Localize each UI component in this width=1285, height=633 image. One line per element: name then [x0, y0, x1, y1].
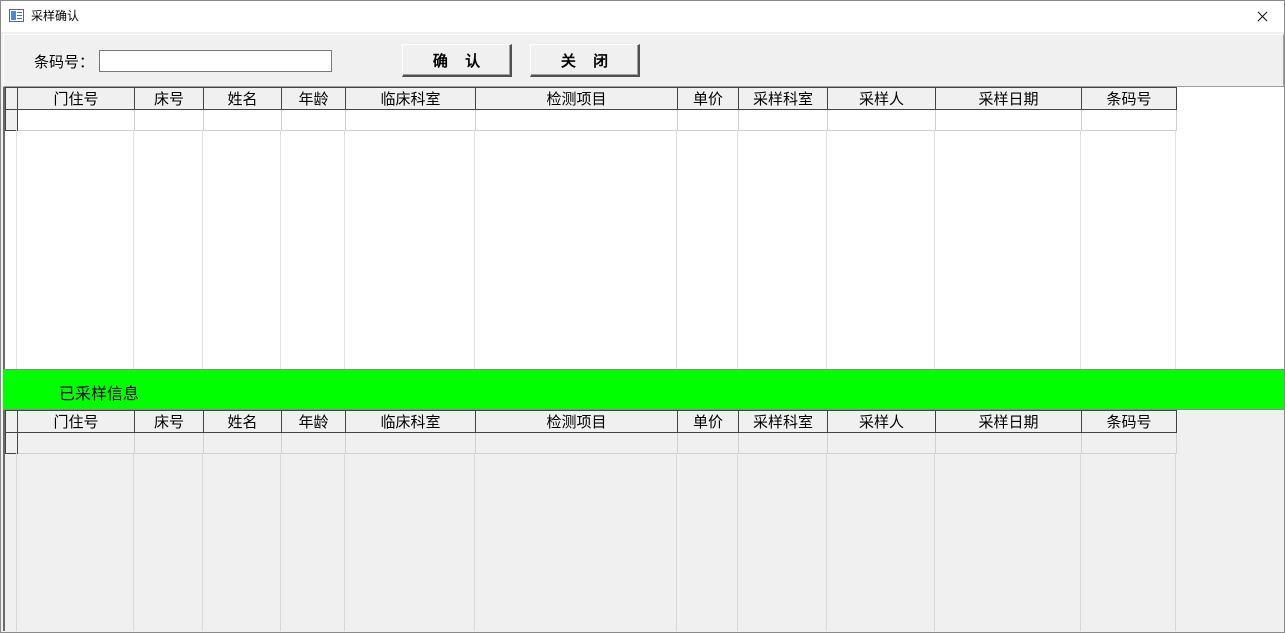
app-window-icon — [9, 9, 24, 22]
column-divider — [826, 130, 827, 369]
column-header[interactable]: 检测项目 — [475, 410, 678, 433]
toolbar: 条码号： 确 认 关 闭 — [3, 34, 1284, 87]
table-cell[interactable] — [738, 109, 828, 131]
column-header[interactable]: 门住号 — [17, 410, 135, 433]
column-divider — [826, 453, 827, 631]
sampled-samples-grid[interactable]: 门住号 床号 姓名 年龄 临床科室 检测项目 单价 采样科室 采样人 采样日期 条码号 — [3, 410, 1284, 631]
column-divider — [133, 453, 134, 631]
table-cell[interactable] — [281, 109, 346, 131]
column-header[interactable]: 门住号 — [17, 87, 135, 110]
column-header[interactable]: 采样日期 — [935, 87, 1082, 110]
title-bar: 采样确认 — [1, 1, 1284, 32]
column-divider — [474, 130, 475, 369]
pending-samples-table: 门住号 床号 姓名 年龄 临床科室 检测项目 单价 采样科室 采样人 采样日期 条码号 — [5, 87, 1177, 131]
table-cell[interactable] — [827, 432, 936, 454]
row-selector[interactable] — [5, 109, 18, 131]
column-divider — [280, 453, 281, 631]
table-cell[interactable] — [935, 109, 1082, 131]
sample-confirm-window: 采样确认 条码号： 确 认 关 闭 门住号 床号 姓名 年龄 临床科室 检测项目 单价 采样科… — [0, 0, 1285, 633]
column-divider — [1175, 130, 1176, 369]
column-header[interactable]: 姓名 — [203, 410, 282, 433]
table-cell[interactable] — [1081, 109, 1177, 131]
table-cell[interactable] — [475, 432, 678, 454]
table-row[interactable] — [5, 109, 1177, 131]
close-icon[interactable] — [1240, 1, 1284, 32]
table-cell[interactable] — [203, 109, 282, 131]
column-header[interactable]: 采样科室 — [738, 410, 828, 433]
column-divider — [202, 453, 203, 631]
column-divider — [676, 130, 677, 369]
column-divider — [133, 130, 134, 369]
grid-header-row: 门住号 床号 姓名 年龄 临床科室 检测项目 单价 采样科室 采样人 采样日期 条码号 — [5, 410, 1177, 433]
column-header[interactable]: 姓名 — [203, 87, 282, 110]
column-header[interactable]: 单价 — [677, 410, 739, 433]
column-header[interactable]: 年龄 — [281, 87, 346, 110]
column-header[interactable]: 临床科室 — [345, 87, 476, 110]
grid-header-row: 门住号 床号 姓名 年龄 临床科室 检测项目 单价 采样科室 采样人 采样日期 条码号 — [5, 87, 1177, 110]
column-divider — [16, 130, 17, 369]
column-divider — [16, 453, 17, 631]
barcode-input[interactable] — [99, 50, 332, 72]
sampled-info-bar: 已采样信息 — [3, 369, 1284, 410]
column-header[interactable]: 采样人 — [827, 87, 936, 110]
table-cell[interactable] — [134, 109, 204, 131]
column-divider — [934, 453, 935, 631]
column-header[interactable]: 采样日期 — [935, 410, 1082, 433]
close-button[interactable]: 关 闭 — [530, 44, 640, 77]
grid-corner-cell — [5, 410, 18, 433]
column-header[interactable]: 检测项目 — [475, 87, 678, 110]
column-header[interactable]: 条码号 — [1081, 410, 1177, 433]
window-title: 采样确认 — [31, 9, 80, 23]
column-divider — [202, 130, 203, 369]
column-header[interactable]: 临床科室 — [345, 410, 476, 433]
column-divider — [280, 130, 281, 369]
row-selector[interactable] — [5, 432, 18, 454]
column-header[interactable]: 采样科室 — [738, 87, 828, 110]
sampled-samples-table: 门住号 床号 姓名 年龄 临床科室 检测项目 单价 采样科室 采样人 采样日期 条码号 — [5, 410, 1177, 454]
column-header[interactable]: 床号 — [134, 410, 204, 433]
table-cell[interactable] — [17, 109, 135, 131]
confirm-button[interactable]: 确 认 — [402, 44, 512, 77]
column-divider — [737, 130, 738, 369]
grid-corner-cell — [5, 87, 18, 110]
table-cell[interactable] — [17, 432, 135, 454]
column-divider — [344, 453, 345, 631]
table-cell[interactable] — [281, 432, 346, 454]
column-divider — [934, 130, 935, 369]
table-row[interactable] — [5, 432, 1177, 454]
column-divider — [676, 453, 677, 631]
table-cell[interactable] — [1081, 432, 1177, 454]
table-cell[interactable] — [203, 432, 282, 454]
pending-samples-grid[interactable]: 门住号 床号 姓名 年龄 临床科室 检测项目 单价 采样科室 采样人 采样日期 条码号 — [3, 87, 1284, 369]
column-header[interactable]: 条码号 — [1081, 87, 1177, 110]
column-divider — [1175, 453, 1176, 631]
column-divider — [344, 130, 345, 369]
column-header[interactable]: 床号 — [134, 87, 204, 110]
table-cell[interactable] — [134, 432, 204, 454]
column-header[interactable]: 年龄 — [281, 410, 346, 433]
column-divider — [1080, 130, 1081, 369]
column-divider — [1080, 453, 1081, 631]
column-divider — [737, 453, 738, 631]
table-cell[interactable] — [935, 432, 1082, 454]
table-cell[interactable] — [738, 432, 828, 454]
barcode-label: 条码号： — [34, 53, 95, 71]
sampled-info-label: 已采样信息 — [59, 384, 140, 403]
table-cell[interactable] — [827, 109, 936, 131]
column-header[interactable]: 单价 — [677, 87, 739, 110]
column-divider — [474, 453, 475, 631]
table-cell[interactable] — [677, 109, 739, 131]
column-header[interactable]: 采样人 — [827, 410, 936, 433]
table-cell[interactable] — [345, 432, 476, 454]
table-cell[interactable] — [677, 432, 739, 454]
table-cell[interactable] — [345, 109, 476, 131]
table-cell[interactable] — [475, 109, 678, 131]
